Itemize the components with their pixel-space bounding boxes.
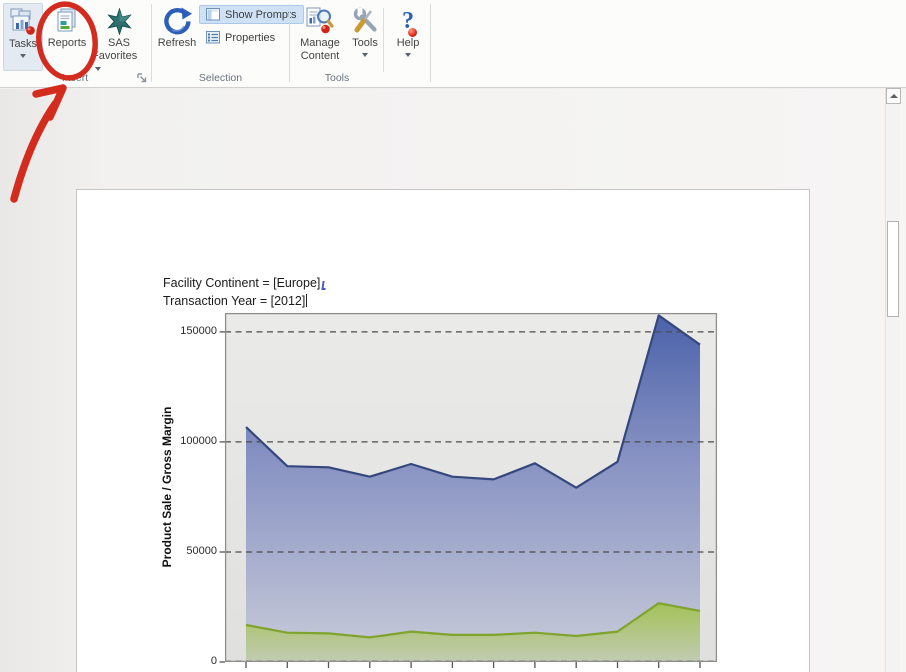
show-prompts-label: Show Prompts [225,8,297,21]
manage-content-label-2: Content [300,50,340,62]
ribbon-separator [289,4,290,82]
document-area: Facility Continent = [Europe] Transactio… [0,89,906,672]
reports-button[interactable]: Reports [45,3,89,71]
properties-icon [206,31,220,44]
help-label: Help [396,37,420,49]
cursor-mark [321,281,328,290]
y-tick-label: 50000 [186,544,217,557]
y-tick-label: 150000 [180,324,217,337]
text-cursor [306,293,308,307]
ribbon: Tasks Reports SAS Favorites Insert Refre… [0,0,906,88]
chart-filter-header[interactable]: Facility Continent = [Europe] Transactio… [163,275,328,310]
refresh-button[interactable]: Refresh [156,3,198,71]
sas-favorites-star-icon [106,5,133,37]
properties-button[interactable]: Properties [199,28,282,47]
manage-content-icon [305,5,335,37]
help-button[interactable]: ? Help [388,3,428,79]
filter-line-continent: Facility Continent = [Europe] [163,275,328,293]
help-dropdown-caret [405,53,411,57]
ribbon-separator [151,4,152,82]
group-label-tools: Tools [324,72,350,84]
sas-favorites-caret [95,67,101,71]
tasks-label: Tasks [8,38,38,50]
tasks-chart-icon [10,6,36,38]
document-page: Facility Continent = [Europe] Transactio… [76,189,810,672]
tools-button[interactable]: Tools [348,3,382,79]
sas-favorites-label-1: SAS [107,37,130,49]
y-tick-label: 100000 [180,434,217,447]
filter-line-year: Transaction Year = [2012] [163,293,308,308]
group-label-selection: Selection [198,72,243,84]
vertical-scrollbar-track[interactable] [885,88,901,672]
insert-dialog-launcher[interactable] [136,71,148,83]
group-label-insert: Insert [61,72,89,84]
tasks-button[interactable]: Tasks [3,3,43,71]
y-tick-label: 0 [210,655,217,667]
reports-document-icon [54,5,80,37]
sas-favorites-button[interactable]: SAS Favorites [92,3,146,79]
manage-content-label-1: Manage [300,37,340,49]
plot-area [219,312,718,668]
tools-dropdown-caret [362,53,368,57]
refresh-label: Refresh [157,37,197,49]
tools-label: Tools [352,37,378,49]
tasks-dropdown-caret [20,54,26,58]
show-prompts-icon [206,8,220,21]
chart-object[interactable]: Facility Continent = [Europe] Transactio… [77,190,809,672]
tools-wrench-icon [350,5,380,37]
show-prompts-toggle[interactable]: Show Prompts [199,5,304,24]
reports-label: Reports [47,37,87,49]
properties-label: Properties [225,31,276,44]
scroll-up-button[interactable] [886,88,901,104]
help-question-icon: ? [402,5,417,37]
ribbon-separator [430,4,431,82]
ribbon-separator [383,8,384,72]
scrollbar-thumb[interactable] [887,221,899,317]
refresh-icon [162,5,192,37]
manage-content-button[interactable]: Manage Content [294,3,346,79]
y-axis-title: Product Sale / Gross Margin [160,406,174,568]
scroll-up-arrow-icon [889,94,898,98]
